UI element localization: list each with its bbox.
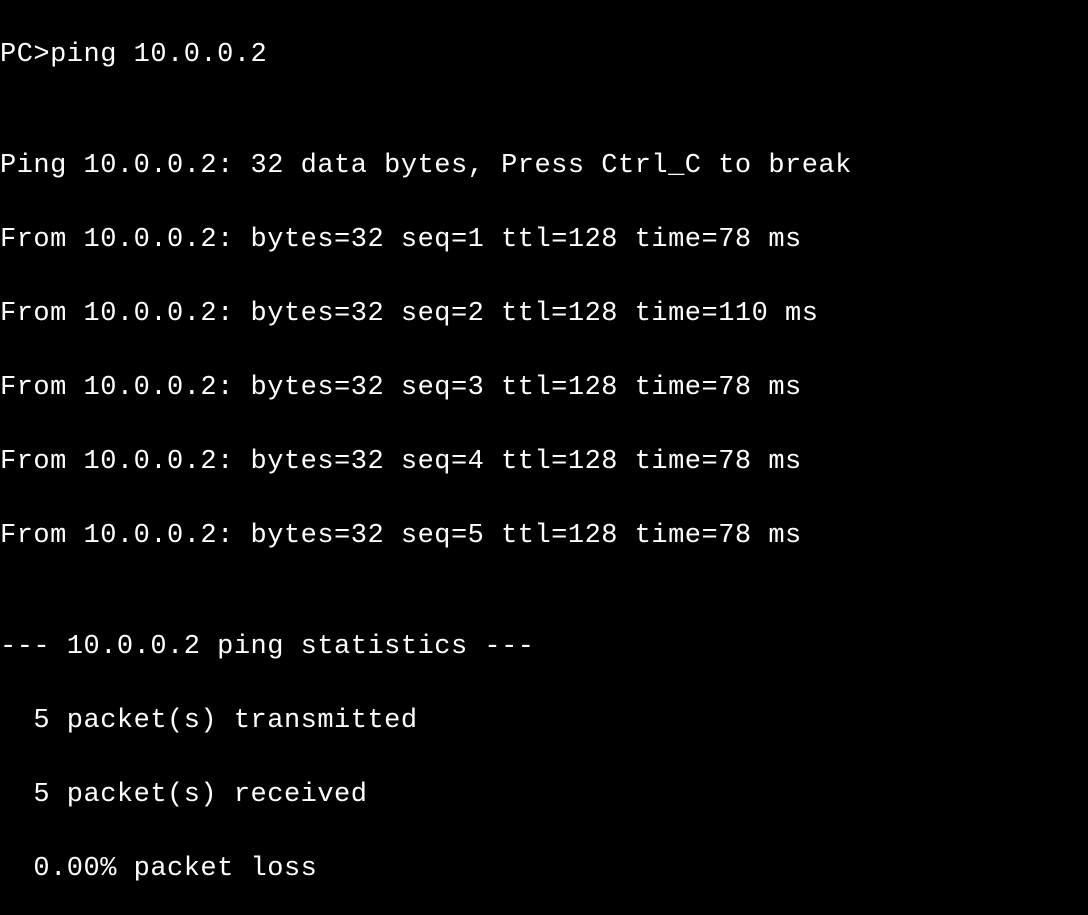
stats-transmitted: 5 packet(s) transmitted (0, 703, 1088, 740)
stats-loss: 0.00% packet loss (0, 851, 1088, 888)
ping-reply: From 10.0.0.2: bytes=32 seq=5 ttl=128 ti… (0, 518, 1088, 555)
command-text: ping 10.0.0.2 (50, 40, 267, 70)
terminal-output[interactable]: PC>ping 10.0.0.2 Ping 10.0.0.2: 32 data … (0, 0, 1088, 915)
stats-header: --- 10.0.0.2 ping statistics --- (0, 629, 1088, 666)
stats-received: 5 packet(s) received (0, 777, 1088, 814)
ping-header: Ping 10.0.0.2: 32 data bytes, Press Ctrl… (0, 148, 1088, 185)
ping-reply: From 10.0.0.2: bytes=32 seq=1 ttl=128 ti… (0, 222, 1088, 259)
ping-reply: From 10.0.0.2: bytes=32 seq=4 ttl=128 ti… (0, 444, 1088, 481)
prompt: PC> (0, 40, 50, 70)
ping-reply: From 10.0.0.2: bytes=32 seq=3 ttl=128 ti… (0, 370, 1088, 407)
command-line: PC>ping 10.0.0.2 (0, 37, 1088, 74)
ping-reply: From 10.0.0.2: bytes=32 seq=2 ttl=128 ti… (0, 296, 1088, 333)
